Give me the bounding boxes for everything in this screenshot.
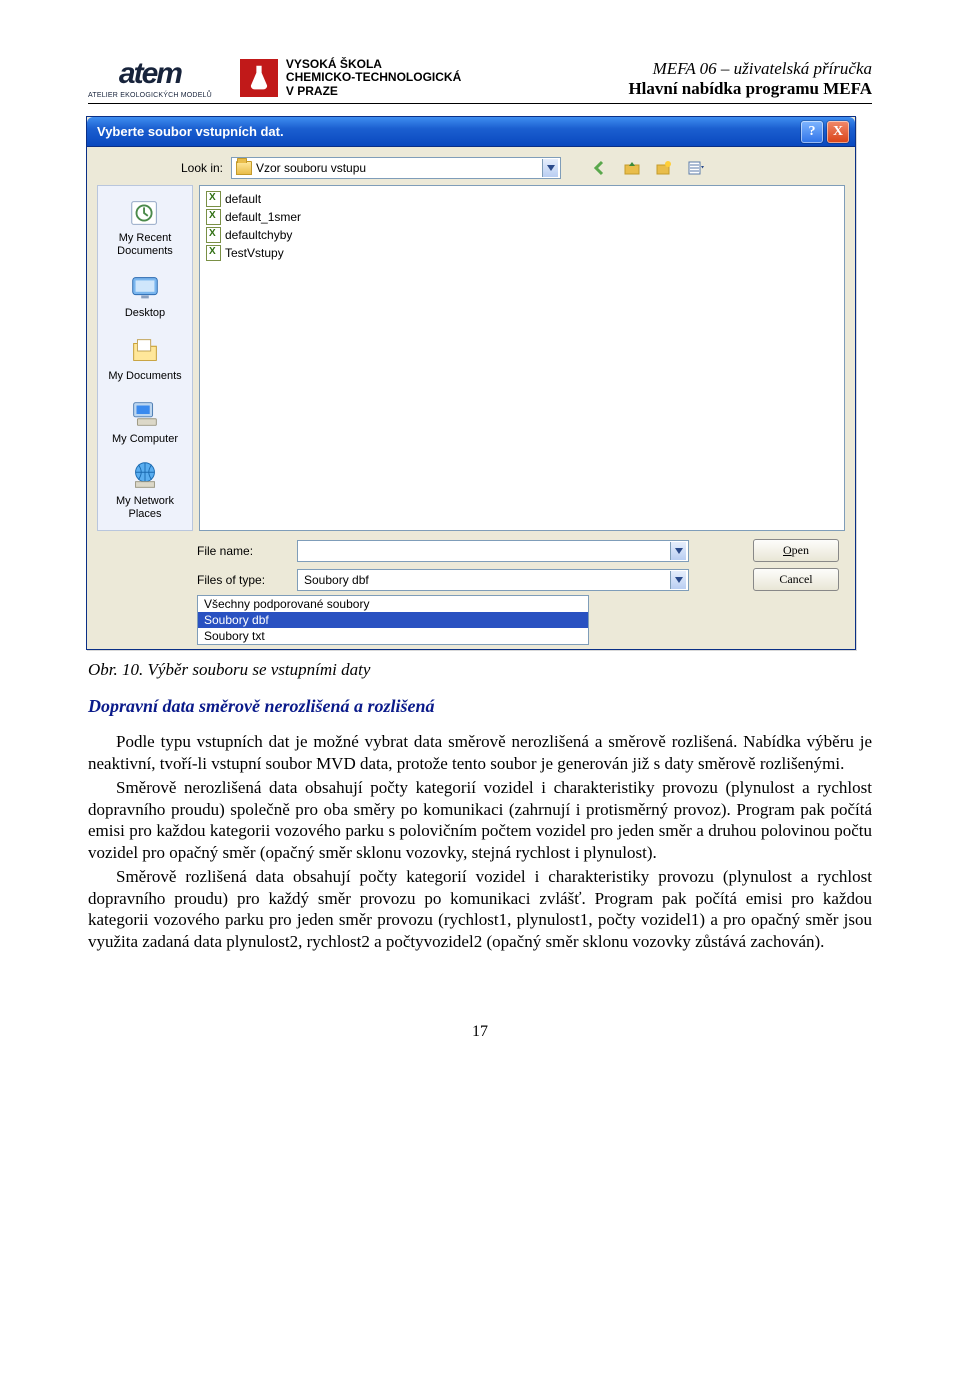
page-number: 17 <box>88 1023 872 1041</box>
open-button[interactable]: Open <box>753 539 839 562</box>
file-item[interactable]: default_1smer <box>206 208 838 226</box>
lookin-label: Look in: <box>167 161 223 175</box>
filetype-option[interactable]: Soubory txt <box>198 628 588 644</box>
place-label: My Computer <box>112 433 178 445</box>
file-list[interactable]: default default_1smer defaultchyby TestV… <box>199 185 845 531</box>
place-label: Desktop <box>125 307 165 319</box>
place-label: My Network Places <box>116 495 174 520</box>
help-button[interactable]: ? <box>801 121 823 143</box>
file-item[interactable]: defaultchyby <box>206 226 838 244</box>
folder-icon <box>236 161 252 175</box>
place-label: My Recent Documents <box>117 232 173 257</box>
file-item[interactable]: default <box>206 190 838 208</box>
filetype-option[interactable]: Soubory dbf <box>198 612 588 628</box>
xls-icon <box>206 245 221 261</box>
place-network[interactable]: My Network Places <box>102 455 188 524</box>
place-mycomputer[interactable]: My Computer <box>102 393 188 450</box>
view-menu-icon[interactable] <box>685 157 707 179</box>
logo-vscht: VYSOKÁ ŠKOLA CHEMICKO-TECHNOLOGICKÁ V PR… <box>240 58 461 99</box>
filetype-dropdown[interactable]: Všechny podporované soubory Soubory dbf … <box>197 595 589 645</box>
place-label: My Documents <box>108 370 181 382</box>
filetype-combo[interactable]: Soubory dbf <box>297 569 689 591</box>
vscht-line3: V PRAZE <box>286 85 461 99</box>
paragraph: Směrově nerozlišená data obsahují počty … <box>88 777 872 864</box>
back-icon[interactable] <box>589 157 611 179</box>
filetype-value: Soubory dbf <box>304 573 369 587</box>
file-name: TestVstupy <box>225 246 284 260</box>
filetype-label: Files of type: <box>197 573 287 587</box>
flask-icon <box>240 59 278 97</box>
lookin-combo[interactable]: Vzor souboru vstupu <box>231 157 561 179</box>
filename-label: File name: <box>197 544 287 558</box>
xls-icon <box>206 209 221 225</box>
figure-caption: Obr. 10. Výběr souboru se vstupními daty <box>88 660 872 680</box>
dialog-title: Vyberte soubor vstupních dat. <box>97 124 284 139</box>
filename-input[interactable] <box>297 540 689 562</box>
place-desktop[interactable]: Desktop <box>102 267 188 324</box>
chevron-down-icon[interactable] <box>670 542 686 560</box>
paragraph: Směrově rozlišená data obsahují počty ka… <box>88 866 872 953</box>
close-button[interactable]: X <box>827 121 849 143</box>
new-folder-icon[interactable] <box>653 157 675 179</box>
file-name: default <box>225 192 261 206</box>
lookin-value: Vzor souboru vstupu <box>256 161 366 175</box>
logo-atem: atem ATELIER EKOLOGICKÝCH MODELŮ <box>88 56 212 99</box>
header-title: Hlavní nabídka programu MEFA <box>628 79 872 99</box>
file-open-dialog: Vyberte soubor vstupních dat. ? X Look i… <box>86 116 856 650</box>
doc-header: atem ATELIER EKOLOGICKÝCH MODELŮ VYSOKÁ … <box>88 56 872 104</box>
place-recent[interactable]: My Recent Documents <box>102 192 188 261</box>
vscht-line2: CHEMICKO-TECHNOLOGICKÁ <box>286 71 461 85</box>
section-title: Dopravní data směrově nerozlišená a rozl… <box>88 696 872 717</box>
logo-atem-text: atem <box>119 57 181 91</box>
xls-icon <box>206 227 221 243</box>
header-subtitle: MEFA 06 – uživatelská příručka <box>628 59 872 79</box>
file-name: default_1smer <box>225 210 301 224</box>
file-name: defaultchyby <box>225 228 292 242</box>
cancel-button[interactable]: Cancel <box>753 568 839 591</box>
logo-atem-sub: ATELIER EKOLOGICKÝCH MODELŮ <box>88 92 212 99</box>
paragraph: Podle typu vstupních dat je možné vybrat… <box>88 731 872 775</box>
xls-icon <box>206 191 221 207</box>
file-item[interactable]: TestVstupy <box>206 244 838 262</box>
place-mydocuments[interactable]: My Documents <box>102 330 188 387</box>
filetype-option[interactable]: Všechny podporované soubory <box>198 596 588 612</box>
chevron-down-icon[interactable] <box>542 159 558 177</box>
up-one-level-icon[interactable] <box>621 157 643 179</box>
places-bar: My Recent Documents Desktop My Documents… <box>97 185 193 531</box>
chevron-down-icon[interactable] <box>670 571 686 589</box>
dialog-titlebar[interactable]: Vyberte soubor vstupních dat. ? X <box>87 117 855 147</box>
